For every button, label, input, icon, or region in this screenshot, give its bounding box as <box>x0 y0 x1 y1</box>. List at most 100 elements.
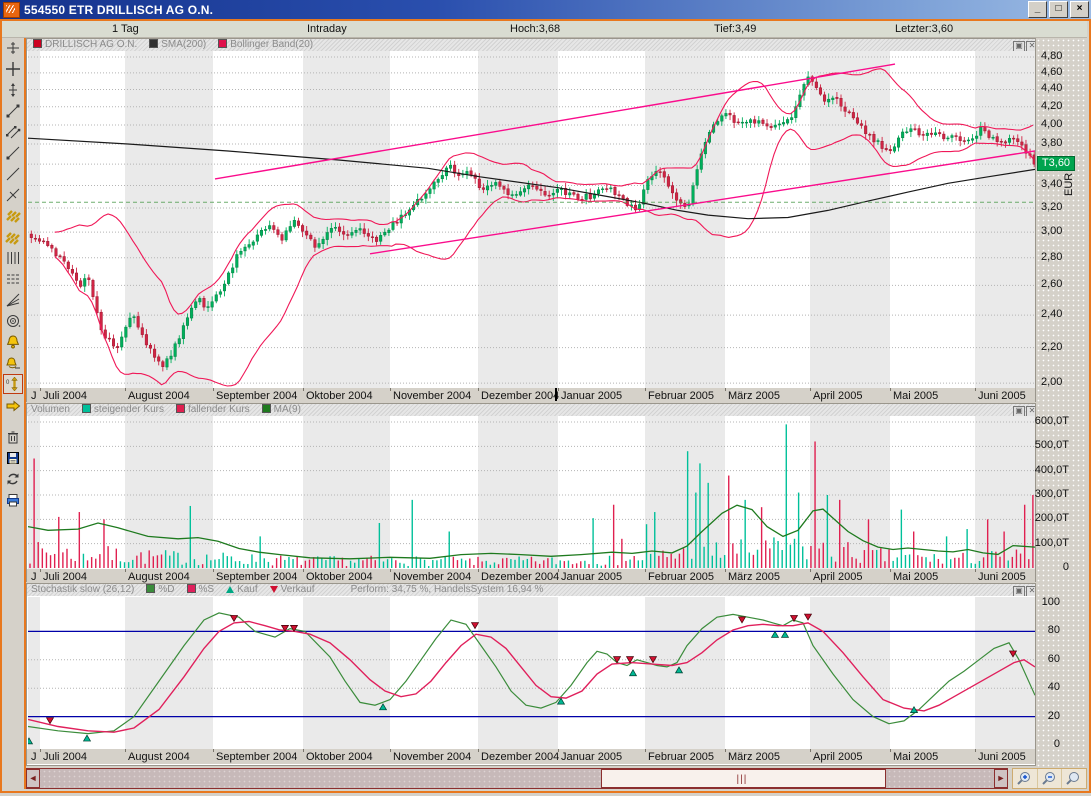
month-label: Oktober 2004 <box>306 390 373 402</box>
month-label: Mai 2005 <box>893 571 938 583</box>
volume-legend-bar: Volumensteigender Kursfallender KursMA(9… <box>27 404 1035 416</box>
zoom-out-button[interactable] <box>1038 769 1063 788</box>
line-icon[interactable] <box>4 165 22 183</box>
square-legend-icon <box>218 39 227 48</box>
volume-chart-canvas[interactable] <box>28 416 1035 569</box>
zoom-reset-button[interactable] <box>1062 769 1086 788</box>
month-label: August 2004 <box>128 571 190 583</box>
scroll-right-arrow[interactable]: ► <box>994 769 1008 788</box>
cross-line-icon[interactable] <box>4 186 22 204</box>
y-tick-label: 3,00 <box>1041 225 1062 237</box>
month-label: Juni 2005 <box>978 751 1026 763</box>
volume-panel: Volumensteigender Kursfallender KursMA(9… <box>26 403 1036 582</box>
stochastic-chart-canvas[interactable] <box>28 597 1035 749</box>
cursor-crosshair-icon[interactable] <box>4 39 22 57</box>
horizontal-scrollbar[interactable]: ◄ ||| ► <box>26 768 1008 789</box>
month-label: Dezember 2004 <box>481 751 559 763</box>
square-legend-icon <box>146 584 155 593</box>
y-tick-label: 20 <box>1048 710 1060 722</box>
last-label: Letzter:3,60 <box>895 23 953 35</box>
panel-close-icon[interactable]: ✕ <box>1026 586 1035 596</box>
panel-restore-icon[interactable]: ▣ <box>1013 586 1025 596</box>
maximize-button[interactable]: □ <box>1049 1 1068 18</box>
buy-marker <box>84 735 91 741</box>
horizontal-grid-icon[interactable] <box>4 270 22 288</box>
minimize-button[interactable]: _ <box>1028 1 1047 18</box>
volume-x-axis: JJuli 2004August 2004September 2004Oktob… <box>27 569 1035 582</box>
close-button[interactable]: × <box>1070 1 1089 18</box>
parallel-channel-icon[interactable] <box>4 123 22 141</box>
trendline-icon[interactable] <box>4 102 22 120</box>
stochastic-legend-bar: Stochastik slow (26,12)%D%SKaufVerkaufPe… <box>27 584 1035 596</box>
panel-close-icon[interactable]: ✕ <box>1026 41 1035 51</box>
drawing-toolbar: 0 <box>2 38 26 789</box>
panel-restore-icon[interactable]: ▣ <box>1013 406 1025 416</box>
svg-text:0: 0 <box>6 380 10 386</box>
y-tick-label: 40 <box>1048 681 1060 693</box>
square-legend-icon <box>187 584 196 593</box>
square-legend-icon <box>149 39 158 48</box>
y-axis-unit-label: EUR <box>1063 173 1075 196</box>
month-label: Juli 2004 <box>43 751 87 763</box>
y-tick-label: 2,20 <box>1041 341 1062 353</box>
y-tick-label: 3,40 <box>1041 178 1062 190</box>
month-label: J <box>31 390 37 402</box>
print-icon[interactable] <box>4 491 22 509</box>
price-chart-canvas[interactable] <box>28 51 1035 388</box>
fibo-hatch-2-icon[interactable] <box>4 228 22 246</box>
panel-restore-icon[interactable]: ▣ <box>1013 41 1025 51</box>
month-label: März 2005 <box>728 751 780 763</box>
month-label: November 2004 <box>393 571 471 583</box>
window-title: 554550 ETR DRILLISCH AG O.N. <box>24 3 1026 17</box>
fibo-hatch-1-icon[interactable] <box>4 207 22 225</box>
month-label: Februar 2005 <box>648 571 714 583</box>
scroll-left-arrow[interactable]: ◄ <box>26 769 40 788</box>
crosshair-large-icon[interactable] <box>4 60 22 78</box>
vertical-cursor-icon[interactable] <box>4 81 22 99</box>
scrollbar-thumb[interactable]: ||| <box>601 769 886 788</box>
y-tick-label: 4,60 <box>1041 66 1062 78</box>
arrow-annotation-icon[interactable] <box>4 396 22 414</box>
month-label: Januar 2005 <box>561 571 622 583</box>
legend-item: Bollinger Band(20) <box>212 39 313 51</box>
month-label: Juli 2004 <box>43 571 87 583</box>
y-tick-label: 4,80 <box>1041 50 1062 62</box>
fibo-spiral-icon[interactable] <box>4 312 22 330</box>
month-label: Mai 2005 <box>893 751 938 763</box>
month-label: J <box>31 571 37 583</box>
delete-trash-icon[interactable] <box>4 428 22 446</box>
ray-line-icon[interactable] <box>4 144 22 162</box>
alarm-bell-icon[interactable] <box>4 333 22 351</box>
y-tick-label: 100,0T <box>1035 537 1069 549</box>
month-label: Oktober 2004 <box>306 571 373 583</box>
y-tick-label: 4,40 <box>1041 82 1062 94</box>
y-tick-label: 4,00 <box>1041 118 1062 130</box>
mode-label: Intraday <box>307 23 347 35</box>
scale-updown-icon[interactable]: 0 <box>4 375 22 393</box>
legend-item: Verkauf <box>264 584 315 596</box>
period-label: 1 Tag <box>112 23 139 35</box>
legend-item: Kauf <box>220 584 258 596</box>
refresh-icon[interactable] <box>4 470 22 488</box>
month-label: März 2005 <box>728 571 780 583</box>
panel-close-icon[interactable]: ✕ <box>1026 406 1035 416</box>
month-label: Dezember 2004 <box>481 571 559 583</box>
app-icon <box>3 2 20 18</box>
month-label: August 2004 <box>128 751 190 763</box>
month-label: September 2004 <box>216 751 297 763</box>
month-label: Juni 2005 <box>978 571 1026 583</box>
save-disk-icon[interactable] <box>4 449 22 467</box>
fan-lines-icon[interactable] <box>4 291 22 309</box>
month-label: Februar 2005 <box>648 390 714 402</box>
alarm-bell-list-icon[interactable] <box>4 354 22 372</box>
vertical-grid-icon[interactable] <box>4 249 22 267</box>
sell-marker <box>47 718 54 724</box>
month-label: März 2005 <box>728 390 780 402</box>
y-tick-label: 0 <box>1054 738 1060 750</box>
zoom-in-button[interactable] <box>1013 769 1038 788</box>
y-tick-label: 4,20 <box>1041 100 1062 112</box>
year-divider-mark <box>555 388 557 401</box>
month-label: Januar 2005 <box>561 751 622 763</box>
y-tick-label: 2,60 <box>1041 278 1062 290</box>
title-bar: 554550 ETR DRILLISCH AG O.N. _ □ × <box>0 0 1091 19</box>
